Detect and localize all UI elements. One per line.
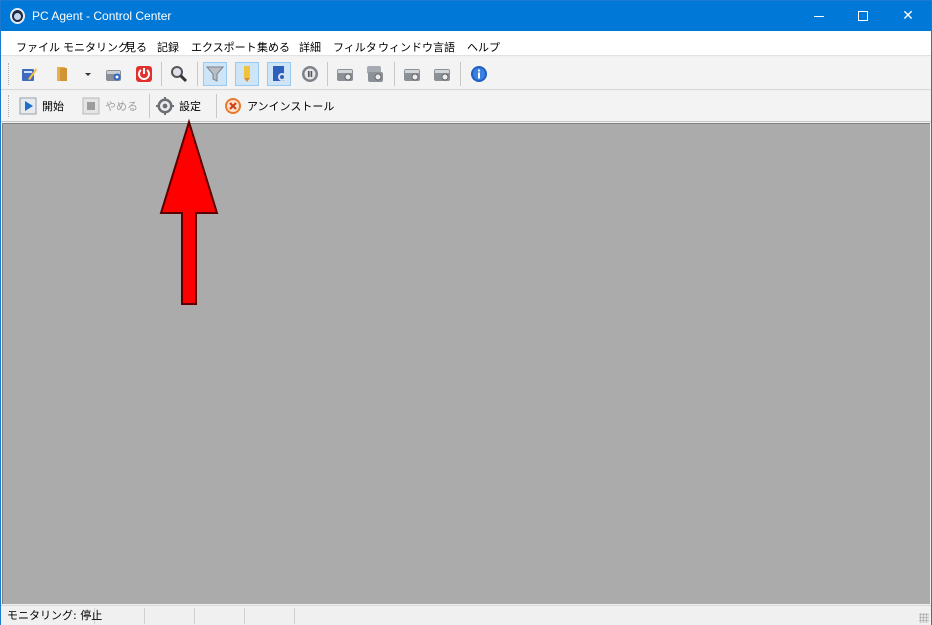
menu-window[interactable]: ウィンドウ xyxy=(378,39,433,55)
disk-stack-button[interactable] xyxy=(363,62,387,86)
minimize-button[interactable] xyxy=(796,1,842,31)
document-button[interactable] xyxy=(267,62,291,86)
settings-button[interactable]: 設定 xyxy=(156,95,201,117)
status-cell-4 xyxy=(195,608,245,624)
menu-details[interactable]: 詳細 xyxy=(299,39,321,55)
status-bar: モニタリング: 停止 xyxy=(1,605,931,625)
search-icon xyxy=(171,66,188,83)
highlight-icon xyxy=(244,66,250,82)
stop-icon xyxy=(82,97,100,115)
menu-language[interactable]: 言語 xyxy=(433,39,455,55)
filter-icon xyxy=(206,66,224,82)
action-toolbar: 開始 やめる 設定 アンインストール xyxy=(1,91,931,122)
uninstall-icon xyxy=(225,98,241,114)
monitoring-status: モニタリング: 停止 xyxy=(3,608,102,624)
settings-label: 設定 xyxy=(179,100,201,113)
mdi-client-area[interactable] xyxy=(2,123,930,604)
menu-view[interactable]: 見る xyxy=(125,39,147,55)
play-icon xyxy=(19,97,37,115)
edit-icon xyxy=(22,68,37,81)
disk-button[interactable] xyxy=(333,62,357,86)
start-label: 開始 xyxy=(42,100,64,113)
status-cell-3 xyxy=(145,608,195,624)
menu-export[interactable]: エクスポート xyxy=(191,39,257,55)
menu-bar: ファイル モニタリング 見る 記録 エクスポート 集める 詳細 フィルタ ウィン… xyxy=(1,31,931,56)
document-icon xyxy=(273,66,286,81)
disk-minus-button[interactable] xyxy=(430,62,454,86)
clock-icon xyxy=(302,66,318,82)
power-icon xyxy=(136,66,152,82)
maximize-button[interactable] xyxy=(840,1,886,31)
menu-monitoring[interactable]: モニタリング xyxy=(63,39,129,55)
menu-help[interactable]: ヘルプ xyxy=(467,39,500,55)
open-folder-button[interactable] xyxy=(51,62,75,86)
app-window: PC Agent - Control Center ✕ ファイル モニタリング … xyxy=(0,0,932,625)
resize-grip[interactable] xyxy=(919,613,929,623)
menu-record[interactable]: 記録 xyxy=(157,39,179,55)
power-button[interactable] xyxy=(132,62,156,86)
menu-file[interactable]: ファイル xyxy=(16,39,60,55)
dropdown-icon xyxy=(85,73,91,76)
title-bar: PC Agent - Control Center ✕ xyxy=(1,1,931,31)
disk-minus-icon xyxy=(434,69,450,81)
menu-filter[interactable]: フィルタ xyxy=(333,39,377,55)
clock-button[interactable] xyxy=(298,62,322,86)
toolbar-grip[interactable] xyxy=(8,63,11,85)
disk-plus-icon xyxy=(404,69,420,81)
annotation-arrow xyxy=(159,118,219,305)
disk-icon xyxy=(337,69,353,81)
stop-button[interactable]: やめる xyxy=(82,95,138,117)
status-cell-2 xyxy=(95,608,145,624)
uninstall-button[interactable]: アンインストール xyxy=(224,95,334,117)
status-cell-5 xyxy=(245,608,295,624)
folder-icon xyxy=(57,67,67,81)
uninstall-label: アンインストール xyxy=(247,100,335,113)
toolbar-grip[interactable] xyxy=(8,95,11,117)
highlight-button[interactable] xyxy=(235,62,259,86)
start-button[interactable]: 開始 xyxy=(19,95,64,117)
gear-icon xyxy=(156,97,174,115)
main-toolbar xyxy=(1,57,931,90)
close-button[interactable]: ✕ xyxy=(885,1,931,31)
window-title: PC Agent - Control Center xyxy=(32,9,172,23)
capture-button[interactable] xyxy=(102,62,126,86)
disk-plus-button[interactable] xyxy=(400,62,424,86)
open-dropdown-button[interactable] xyxy=(81,62,95,86)
filter-button[interactable] xyxy=(203,62,227,86)
search-button[interactable] xyxy=(167,62,191,86)
stop-label: やめる xyxy=(105,100,138,113)
info-button[interactable] xyxy=(467,62,491,86)
camera-icon xyxy=(106,70,121,81)
disk-stack-icon xyxy=(367,66,383,82)
edit-button[interactable] xyxy=(17,62,41,86)
menu-collect[interactable]: 集める xyxy=(257,39,290,55)
app-icon[interactable] xyxy=(10,8,25,24)
info-icon xyxy=(471,66,487,82)
